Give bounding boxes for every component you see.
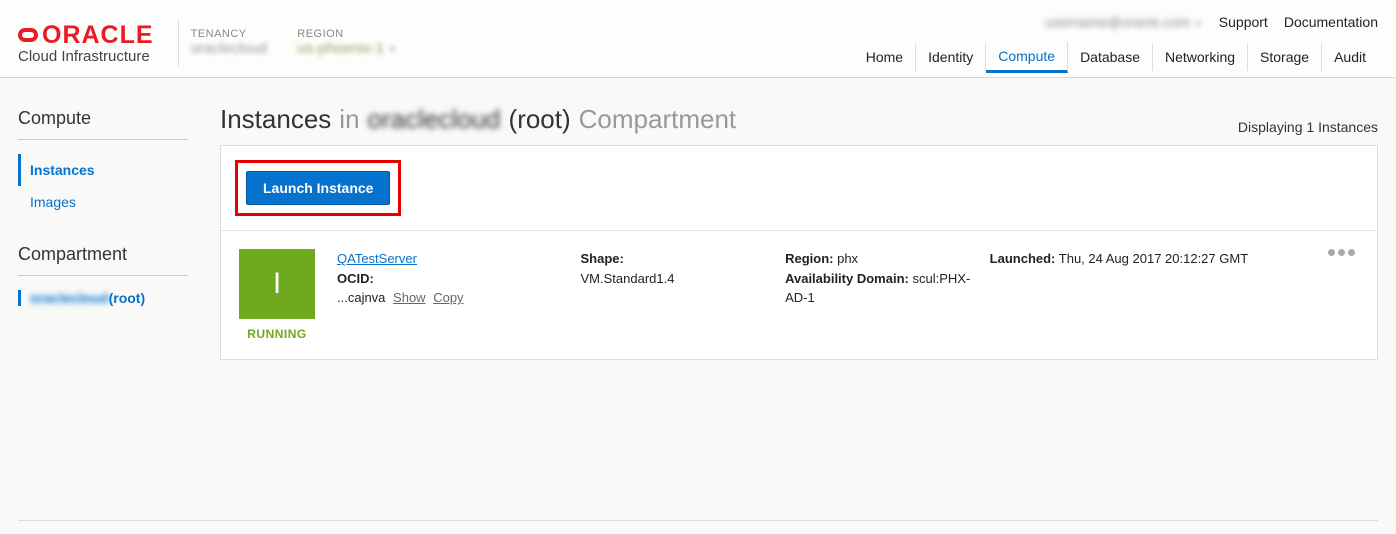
sidebar-heading-compute: Compute [18, 108, 188, 140]
user-menu[interactable]: username@oracle.com ▼ [1045, 14, 1203, 30]
instance-columns: QATestServer OCID: ...cajnva Show Copy S… [337, 249, 1301, 308]
support-link[interactable]: Support [1219, 14, 1268, 30]
chevron-down-icon: ▼ [1194, 19, 1203, 29]
content: Instances in oraclecloud (root) Compartm… [190, 78, 1396, 400]
brand-subtitle: Cloud Infrastructure [18, 48, 154, 65]
oracle-text: ORACLE [42, 21, 154, 50]
shape-label: Shape: [581, 251, 624, 266]
region-value: phx [837, 251, 858, 266]
title-prefix: Instances [220, 104, 331, 135]
header-right: username@oracle.com ▼ Support Documentat… [854, 14, 1378, 72]
region-value: us-phoenix-1 ▼ [297, 40, 397, 57]
top-links: username@oracle.com ▼ Support Documentat… [1045, 14, 1378, 30]
tenancy-block[interactable]: TENANCY oraclecloud [191, 28, 268, 57]
col-region: Region: phx Availability Domain: scul:PH… [785, 249, 980, 308]
title-compartment-word: Compartment [579, 104, 737, 135]
chevron-down-icon: ▼ [388, 44, 397, 54]
region-block[interactable]: REGION us-phoenix-1 ▼ [297, 28, 397, 57]
launch-highlight: Launch Instance [235, 160, 401, 216]
tab-networking[interactable]: Networking [1153, 43, 1248, 71]
footer-divider [18, 520, 1378, 521]
tab-home[interactable]: Home [854, 43, 916, 71]
instance-status: RUNNING [247, 327, 307, 341]
title-in: in [339, 104, 359, 135]
page-title-row: Instances in oraclecloud (root) Compartm… [220, 104, 1378, 135]
instance-actions-menu[interactable] [1321, 249, 1361, 256]
instance-icon: I [239, 249, 315, 319]
tab-audit[interactable]: Audit [1322, 43, 1378, 71]
oracle-o-icon [18, 28, 38, 42]
col-shape: Shape: VM.Standard1.4 [581, 249, 776, 308]
col-name: QATestServer OCID: ...cajnva Show Copy [337, 249, 571, 308]
ocid-copy-link[interactable]: Copy [433, 290, 463, 305]
title-compartment-blur: oraclecloud [368, 104, 501, 135]
ocid-short: ...cajnva [337, 290, 385, 305]
oracle-logo: ORACLE [18, 21, 154, 50]
launched-label: Launched: [990, 251, 1056, 266]
brand-logo: ORACLE Cloud Infrastructure [18, 21, 154, 65]
main: Compute Instances Images Compartment ora… [0, 78, 1396, 400]
instance-row: I RUNNING QATestServer OCID: ...cajnva S… [221, 231, 1377, 359]
shape-value: VM.Standard1.4 [581, 269, 776, 289]
tenancy-label: TENANCY [191, 28, 268, 40]
divider [178, 20, 179, 66]
ocid-label: OCID: [337, 271, 374, 286]
title-root: (root) [509, 104, 571, 135]
tenancy-value: oraclecloud [191, 40, 268, 57]
col-launched: Launched: Thu, 24 Aug 2017 20:12:27 GMT [990, 249, 1301, 308]
page-title: Instances in oraclecloud (root) Compartm… [220, 104, 736, 135]
region-label: REGION [297, 28, 397, 40]
launched-value: Thu, 24 Aug 2017 20:12:27 GMT [1059, 251, 1248, 266]
displaying-count: Displaying 1 Instances [1238, 119, 1378, 135]
sidebar-item-compartment[interactable]: oraclecloud (root) [18, 290, 190, 306]
nav-tabs: Home Identity Compute Database Networkin… [854, 42, 1378, 72]
sidebar-item-instances[interactable]: Instances [18, 154, 190, 186]
launch-instance-button[interactable]: Launch Instance [246, 171, 390, 205]
compartment-root-suffix: (root) [109, 290, 146, 306]
tenancy-region-block: TENANCY oraclecloud REGION us-phoenix-1 … [191, 28, 397, 57]
sidebar-item-images[interactable]: Images [18, 186, 190, 218]
region-label: Region: [785, 251, 833, 266]
tab-identity[interactable]: Identity [916, 43, 986, 71]
compartment-name-blur: oraclecloud [30, 290, 109, 306]
sidebar-heading-compartment: Compartment [18, 244, 188, 276]
instance-icon-block: I RUNNING [237, 249, 317, 341]
documentation-link[interactable]: Documentation [1284, 14, 1378, 30]
instances-panel: Launch Instance I RUNNING QATestServer O… [220, 145, 1378, 360]
ad-label: Availability Domain: [785, 271, 909, 286]
tab-storage[interactable]: Storage [1248, 43, 1322, 71]
sidebar: Compute Instances Images Compartment ora… [0, 78, 190, 400]
more-icon [1328, 249, 1355, 256]
ocid-show-link[interactable]: Show [393, 290, 426, 305]
tab-compute[interactable]: Compute [986, 42, 1068, 73]
tab-database[interactable]: Database [1068, 43, 1153, 71]
instance-name-link[interactable]: QATestServer [337, 251, 417, 266]
panel-header: Launch Instance [221, 146, 1377, 231]
app-header: ORACLE Cloud Infrastructure TENANCY orac… [0, 0, 1396, 78]
